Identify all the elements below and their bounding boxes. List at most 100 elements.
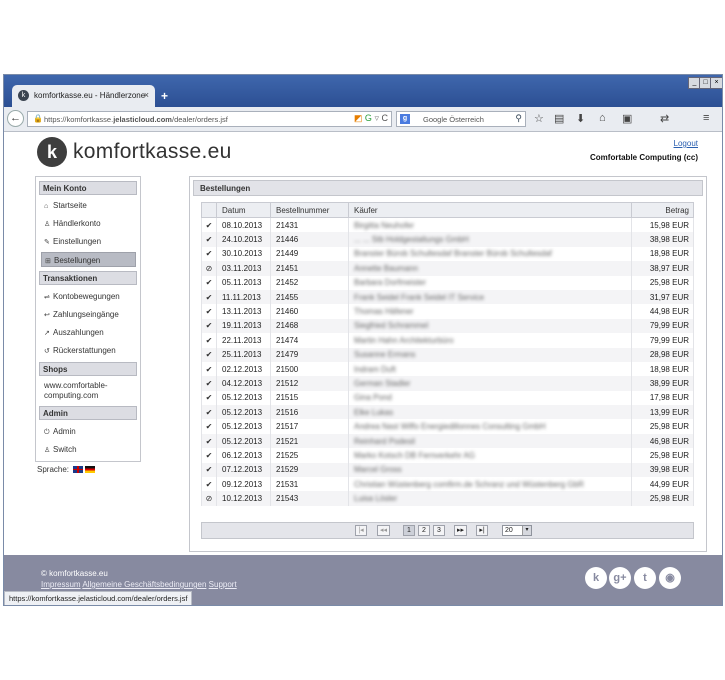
clipboard-icon[interactable]: ▤ — [554, 112, 564, 125]
outgoing-icon: ↗ — [44, 330, 50, 337]
buyer-name: Elke Lukas — [354, 407, 394, 417]
google-plus-icon[interactable]: g+ — [609, 567, 631, 589]
table-row[interactable]: ✔ 05.12.2013 21517 Andrea Nast Wiffo Energi… — [201, 419, 694, 434]
order-number: 21517 — [270, 419, 349, 434]
tab-close-icon[interactable]: × — [144, 90, 149, 100]
sidebar-item-label: Auszahlungen — [53, 328, 104, 337]
sidebar-item-zahlungseingaenge[interactable]: ↩ Zahlungseingänge — [41, 307, 136, 322]
order-amount: 79,99 EUR — [631, 333, 694, 348]
download-icon[interactable]: ⬇ — [576, 112, 585, 125]
sidebar-item-haendlerkonto[interactable]: ♙ Händlerkonto — [41, 216, 136, 231]
last-page-button[interactable]: ▸| — [476, 525, 488, 536]
order-date: 03.11.2013 — [216, 261, 271, 276]
table-row[interactable]: ✔ 04.12.2013 21512 German Stadler 38,99 EUR — [201, 376, 694, 391]
sidebar-item-startseite[interactable]: ⌂ Startseite — [41, 198, 136, 213]
order-amount: 31,97 EUR — [631, 289, 694, 305]
search-icon[interactable]: ⚲ — [515, 113, 522, 124]
table-row[interactable]: ✔ 22.11.2013 21474 Martin Hahn Architekturb… — [201, 333, 694, 348]
reload-icon[interactable]: C — [382, 113, 389, 123]
table-row[interactable]: ✔ 08.10.2013 21431 Birgitta Neuhofer 15,98 E… — [201, 217, 694, 233]
home-icon[interactable]: ⌂ — [599, 112, 606, 124]
order-amount: 38,97 EUR — [631, 261, 694, 276]
close-window-button[interactable]: × — [710, 77, 722, 89]
bookmark-star-icon[interactable]: ☆ — [534, 112, 544, 125]
column-header-datum[interactable]: Datum — [216, 202, 271, 218]
search-bar[interactable]: g Google Österreich ⚲ — [396, 111, 526, 127]
order-number: 21525 — [270, 448, 349, 463]
table-row[interactable]: ✔ 11.11.2013 21455 Frank Seidel Frank Seide… — [201, 289, 694, 305]
page-button[interactable]: 2 — [418, 525, 430, 536]
sidebar-item-rueckerstattungen[interactable]: ↺ Rückerstattungen — [41, 343, 136, 358]
order-buyer: Thomas Häfener — [348, 304, 632, 319]
page-button[interactable]: 1 — [403, 525, 415, 536]
extension-icon[interactable]: ⇄ — [660, 112, 669, 125]
addon-icons[interactable]: ◩ G ▿ C — [354, 113, 388, 124]
prev-page-button[interactable]: ◂◂ — [377, 525, 391, 536]
order-number: 21521 — [270, 433, 349, 449]
logout-link[interactable]: Logout — [674, 139, 698, 148]
g-icon[interactable]: G — [365, 113, 372, 123]
shop-link[interactable]: www.comfortable-computing.com — [44, 381, 136, 401]
table-row[interactable]: ✔ 09.12.2013 21531 Christian Wüstenberg com… — [201, 477, 694, 492]
sidebar-item-bestellungen[interactable]: ⊞ Bestellungen — [41, 252, 136, 267]
browser-tab[interactable]: k komfortkasse.eu - Händlerzone × — [12, 85, 155, 107]
support-link[interactable]: Support — [209, 580, 237, 589]
buyer-name: Gina Pond — [354, 393, 392, 403]
table-row[interactable]: ✔ 02.12.2013 21500 Indram Duft 18,98 EUR — [201, 361, 694, 377]
column-header-bestellnummer[interactable]: Bestellnummer — [270, 202, 349, 218]
logo-mark-icon: k — [37, 137, 67, 167]
wrench-icon: ✎ — [44, 239, 50, 246]
table-row[interactable]: ✔ 06.12.2013 21525 Marko Kotsch DB Fernverk… — [201, 448, 694, 463]
table-row[interactable]: ⊘ 10.12.2013 21543 Luisa Lösler 25,98 EUR — [201, 491, 694, 506]
table-row[interactable]: ✔ 05.12.2013 21515 Gina Pond 17,98 EUR — [201, 390, 694, 406]
flag-german-icon[interactable] — [85, 466, 96, 474]
addon-icon[interactable]: ▣ — [622, 112, 632, 125]
order-amount: 25,98 EUR — [631, 275, 694, 290]
status-icon: ✔ — [201, 477, 217, 492]
address-bar[interactable]: 🔒 https://komfortkasse.jelasticloud.com/… — [27, 111, 392, 127]
new-tab-button[interactable]: + — [161, 89, 168, 103]
cart-icon: ⊞ — [45, 258, 51, 265]
flag-english-icon[interactable] — [73, 466, 84, 474]
status-icon: ✔ — [201, 405, 217, 420]
table-row[interactable]: ✔ 13.11.2013 21460 Thomas Häfener 44,98 EUR — [201, 304, 694, 319]
bookmark-star-icon[interactable]: ▿ — [374, 113, 379, 123]
order-number: 21451 — [270, 261, 349, 276]
buyer-name: Christian Wüstenberg comfirm.de Schranz … — [354, 479, 584, 489]
komfortkasse-social-icon[interactable]: k — [585, 567, 607, 589]
table-row[interactable]: ✔ 25.11.2013 21479 Susanne Ermans 28,98 EUR — [201, 347, 694, 362]
twitter-icon[interactable]: t — [634, 567, 656, 589]
order-date: 10.12.2013 — [216, 491, 271, 506]
sidebar-item-switch[interactable]: ♙ Switch — [41, 442, 136, 457]
sidebar-item-auszahlungen[interactable]: ↗ Auszahlungen — [41, 325, 136, 340]
table-row[interactable]: ✔ 07.12.2013 21529 Marcel Gross 39,98 EUR — [201, 462, 694, 478]
sidebar-item-kontobewegungen[interactable]: ⇌ Kontobewegungen — [41, 289, 136, 304]
impressum-link[interactable]: Impressum — [41, 580, 81, 589]
sidebar-item-admin[interactable]: ⏻ Admin — [41, 424, 136, 439]
table-row[interactable]: ✔ 05.12.2013 21516 Elke Lukas 13,99 EUR — [201, 405, 694, 420]
page-button[interactable]: 3 — [433, 525, 445, 536]
table-row[interactable]: ⊘ 03.11.2013 21451 Annette Baumann 38,97 EUR — [201, 261, 694, 276]
next-page-button[interactable]: ▸▸ — [454, 525, 468, 536]
rss-icon[interactable]: ◩ — [354, 113, 363, 123]
table-row[interactable]: ✔ 19.11.2013 21468 Siegfried Schrammel 79,99… — [201, 318, 694, 334]
back-arrow-icon[interactable]: ← — [7, 110, 24, 127]
column-header-kaeufer[interactable]: Käufer — [348, 202, 632, 218]
table-row[interactable]: ✔ 30.10.2013 21449 Branster Bürob Schultesd… — [201, 246, 694, 262]
order-buyer: Luisa Lösler — [348, 491, 632, 506]
agb-link[interactable]: Allgemeine Geschäftsbedingungen — [82, 580, 206, 589]
sidebar: Mein Konto ⌂ Startseite ♙ Händlerkonto ✎ Ei… — [35, 176, 141, 462]
sidebar-item-label: Startseite — [53, 201, 87, 210]
first-page-button[interactable]: |◂ — [355, 525, 367, 536]
menu-icon[interactable]: ≡ — [703, 112, 709, 124]
column-header-betrag[interactable]: Betrag — [631, 202, 694, 218]
table-row[interactable]: ✔ 24.10.2013 21446 ... ... Stb Holdgestaltu… — [201, 232, 694, 247]
rows-per-page-select[interactable]: 20 ▾ — [502, 525, 532, 536]
order-number: 21446 — [270, 232, 349, 247]
url-domain: jelasticloud.com — [113, 115, 172, 124]
table-row[interactable]: ✔ 05.12.2013 21521 Reinhard Podesil 46,98 EU… — [201, 433, 694, 449]
order-amount: 18,98 EUR — [631, 361, 694, 377]
table-row[interactable]: ✔ 05.11.2013 21452 Barbara Dorfmeister 25,98… — [201, 275, 694, 290]
rss-icon[interactable]: ◉ — [659, 567, 681, 589]
sidebar-item-einstellungen[interactable]: ✎ Einstellungen — [41, 234, 136, 249]
